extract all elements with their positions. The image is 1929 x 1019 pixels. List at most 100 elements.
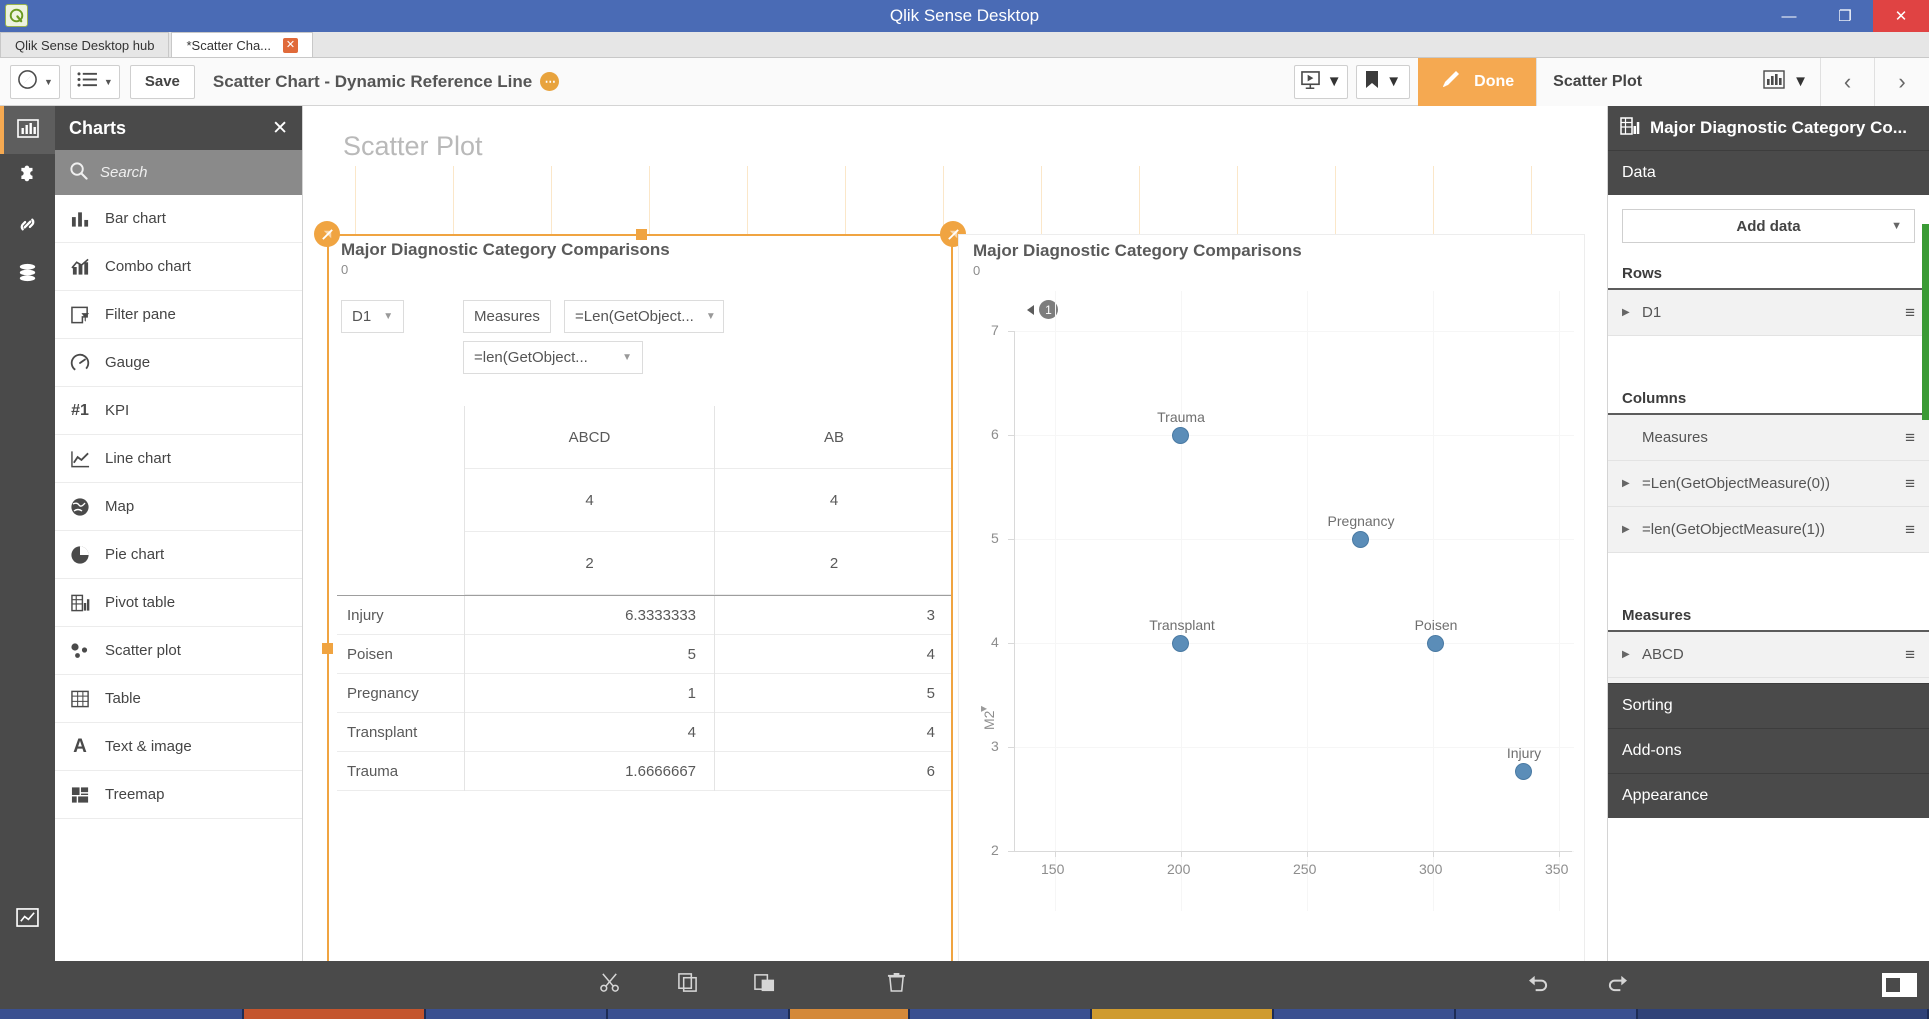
tab-scatter-chart[interactable]: *Scatter Cha... ✕: [171, 32, 313, 57]
expand-icon[interactable]: ▶: [1622, 524, 1632, 535]
table-row[interactable]: Pregnancy 1 5: [337, 674, 953, 713]
data-point[interactable]: [1427, 635, 1444, 652]
pivot-dimension-chip-d1[interactable]: D1 ▼: [341, 300, 404, 333]
panel-toggle-icon[interactable]: [1882, 973, 1917, 997]
bookmarks-button[interactable]: ▼: [1356, 65, 1410, 99]
chart-item-pie-chart[interactable]: Pie chart: [55, 531, 302, 579]
pivot-row-label[interactable]: Injury: [337, 596, 464, 635]
trash-icon[interactable]: [887, 972, 906, 999]
rows-field-d1[interactable]: ▶ D1 ≡: [1608, 290, 1929, 336]
chart-item-filter-pane[interactable]: Filter pane: [55, 291, 302, 339]
pivot-table-object[interactable]: Major Diagnostic Category Comparisons 0 …: [327, 234, 953, 961]
data-point[interactable]: [1172, 635, 1189, 652]
properties-section-data[interactable]: Data: [1608, 150, 1929, 195]
pivot-row-label[interactable]: Pregnancy: [337, 674, 464, 713]
rail-item-charts[interactable]: [0, 106, 55, 154]
columns-drop-area[interactable]: [1608, 553, 1929, 599]
undo-icon[interactable]: [1527, 973, 1550, 998]
expand-icon[interactable]: ▶: [1622, 478, 1632, 489]
maximize-button[interactable]: ❐: [1817, 0, 1873, 32]
data-point[interactable]: [1515, 763, 1532, 780]
pivot-expression-chip-2[interactable]: =len(GetObject... ▼: [463, 341, 643, 374]
table-row[interactable]: Trauma 1.6666667 6: [337, 752, 953, 791]
chart-item-bar-chart[interactable]: Bar chart: [55, 195, 302, 243]
properties-section-addons[interactable]: Add-ons: [1608, 728, 1929, 773]
table-row[interactable]: Transplant 4 4: [337, 713, 953, 752]
save-button[interactable]: Save: [130, 65, 195, 99]
storytelling-button[interactable]: ▼: [1294, 65, 1348, 99]
pivot-measures-chip[interactable]: Measures: [463, 300, 551, 333]
sheet-type-selector[interactable]: ▼: [1751, 58, 1821, 106]
selection-handle-top-middle[interactable]: [636, 229, 647, 240]
database-icon: [16, 261, 39, 288]
previous-sheet-button[interactable]: ‹: [1821, 58, 1875, 106]
done-button[interactable]: Done: [1418, 58, 1536, 106]
copy-icon[interactable]: [677, 972, 698, 999]
expand-icon[interactable]: ▶: [1622, 307, 1632, 318]
scissors-icon[interactable]: [600, 972, 621, 999]
pivot-column-header[interactable]: ABCD: [465, 406, 714, 469]
chart-item-table[interactable]: Table: [55, 675, 302, 723]
ellipsis-icon[interactable]: ⋯: [540, 72, 559, 91]
drag-handle-icon[interactable]: ≡: [1905, 646, 1915, 663]
y-axis-collapse-icon[interactable]: ▸: [981, 701, 987, 715]
expand-icon[interactable]: ▶: [1622, 649, 1632, 660]
chevron-down-icon: ▼: [44, 77, 53, 87]
data-point[interactable]: [1352, 531, 1369, 548]
chevron-down-icon: ▼: [1386, 73, 1401, 90]
selection-handle-left-middle[interactable]: [322, 643, 333, 654]
rows-drop-area[interactable]: [1608, 336, 1929, 382]
tab-hub[interactable]: Qlik Sense Desktop hub: [0, 32, 169, 57]
columns-field-expr-0[interactable]: ▶ =Len(GetObjectMeasure(0)) ≡: [1608, 461, 1929, 507]
navigation-menu-button[interactable]: ▼: [10, 65, 60, 99]
measures-field-abcd[interactable]: ▶ ABCD ≡: [1608, 632, 1929, 678]
chart-item-combo-chart[interactable]: Combo chart: [55, 243, 302, 291]
close-button[interactable]: ✕: [1873, 0, 1929, 32]
rail-item-fields[interactable]: [0, 250, 55, 298]
chart-item-map[interactable]: Map: [55, 483, 302, 531]
columns-field-measures[interactable]: Measures ≡: [1608, 415, 1929, 461]
pivot-cell-value: 5: [465, 635, 714, 674]
close-icon[interactable]: ✕: [283, 38, 298, 53]
scatter-plot-area[interactable]: 7 6 5 4 3 2 150 200 250 300 350: [959, 291, 1586, 961]
properties-section-appearance[interactable]: Appearance: [1608, 773, 1929, 818]
add-data-button[interactable]: Add data ▼: [1622, 209, 1915, 243]
data-point[interactable]: [1172, 427, 1189, 444]
chart-item-kpi[interactable]: #1 KPI: [55, 387, 302, 435]
chart-item-text-image[interactable]: A Text & image: [55, 723, 302, 771]
charts-search-row[interactable]: Search: [55, 150, 302, 195]
pivot-column-header[interactable]: AB: [715, 406, 953, 469]
table-row[interactable]: Injury 6.3333333 3: [337, 595, 953, 635]
chart-item-scatter-plot[interactable]: Scatter plot: [55, 627, 302, 675]
close-icon[interactable]: ✕: [272, 117, 288, 140]
chart-item-line-chart[interactable]: Line chart: [55, 435, 302, 483]
columns-field-expr-1[interactable]: ▶ =len(GetObjectMeasure(1)) ≡: [1608, 507, 1929, 553]
properties-section-sorting[interactable]: Sorting: [1608, 683, 1929, 728]
rail-item-custom-objects[interactable]: [0, 154, 55, 202]
pivot-row-label[interactable]: Poisen: [337, 635, 464, 674]
minimize-button[interactable]: —: [1761, 0, 1817, 32]
drag-handle-icon[interactable]: ≡: [1905, 521, 1915, 538]
table-row[interactable]: Poisen 5 4: [337, 635, 953, 674]
chart-item-pivot-table[interactable]: Pivot table: [55, 579, 302, 627]
chart-item-label: Pivot table: [105, 594, 175, 611]
chart-item-treemap[interactable]: Treemap: [55, 771, 302, 819]
pivot-row-label[interactable]: Transplant: [337, 713, 464, 752]
qlik-sense-desktop-window: Qlik Sense Desktop — ❐ ✕ Qlik Sense Desk…: [0, 0, 1929, 1019]
rail-item-insight-advisor[interactable]: [0, 895, 55, 943]
pivot-expression-chip-1[interactable]: =Len(GetObject... ▼: [564, 300, 724, 333]
redo-icon[interactable]: [1606, 973, 1629, 998]
paste-icon[interactable]: [754, 972, 775, 999]
sheets-menu-button[interactable]: ▼: [70, 65, 120, 99]
scrollbar-indicator[interactable]: [1922, 224, 1929, 420]
scatter-plot-object[interactable]: Major Diagnostic Category Comparisons 0 …: [958, 234, 1585, 961]
selection-handle-top-left[interactable]: [314, 221, 340, 247]
pivot-row-label[interactable]: Trauma: [337, 752, 464, 791]
drag-handle-icon[interactable]: ≡: [1905, 429, 1915, 446]
drag-handle-icon[interactable]: ≡: [1905, 304, 1915, 321]
chart-item-gauge[interactable]: Gauge: [55, 339, 302, 387]
drag-handle-icon[interactable]: ≡: [1905, 475, 1915, 492]
search-input[interactable]: Search: [100, 164, 148, 181]
next-sheet-button[interactable]: ›: [1875, 58, 1929, 106]
rail-item-master-items[interactable]: [0, 202, 55, 250]
